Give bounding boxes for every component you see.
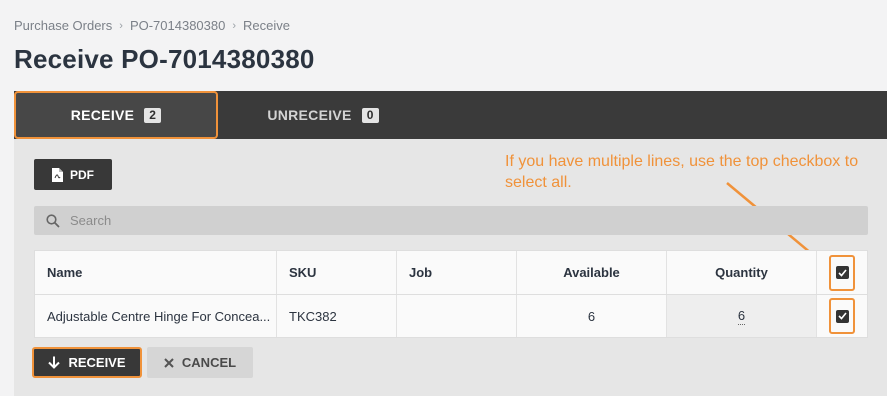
- column-header-sku[interactable]: SKU: [277, 251, 397, 294]
- row-checkbox-cell: [817, 295, 867, 337]
- arrow-down-icon: [48, 356, 61, 369]
- column-header-name[interactable]: Name: [35, 251, 277, 294]
- cancel-button[interactable]: CANCEL: [147, 347, 253, 378]
- table-row: Adjustable Centre Hinge For Concea... TK…: [35, 295, 867, 337]
- row-sku-cell: TKC382: [277, 295, 397, 337]
- receive-button[interactable]: RECEIVE: [32, 347, 142, 378]
- column-header-quantity[interactable]: Quantity: [667, 251, 817, 294]
- column-header-available[interactable]: Available: [517, 251, 667, 294]
- close-icon: [164, 357, 174, 368]
- row-job-cell: [397, 295, 517, 337]
- select-all-highlight: [829, 254, 855, 291]
- table-header-row: Name SKU Job Available Quantity: [35, 251, 867, 295]
- cancel-button-label: CANCEL: [181, 355, 237, 370]
- row-quantity-value[interactable]: 6: [737, 308, 746, 325]
- row-quantity-cell[interactable]: 6: [667, 295, 817, 337]
- column-header-job[interactable]: Job: [397, 251, 517, 294]
- checkmark-icon: [837, 268, 847, 277]
- receive-button-label: RECEIVE: [68, 355, 126, 370]
- row-checkbox[interactable]: [835, 309, 849, 323]
- checkmark-icon: [837, 312, 847, 320]
- row-available-cell: 6: [517, 295, 667, 337]
- select-all-checkbox[interactable]: [835, 266, 849, 279]
- search-icon: [46, 213, 60, 228]
- search-bar: [34, 206, 868, 235]
- search-input[interactable]: [70, 213, 850, 228]
- select-all-cell: [817, 251, 867, 294]
- receive-table: Name SKU Job Available Quantity Adjustab…: [34, 250, 868, 338]
- row-name-cell: Adjustable Centre Hinge For Concea...: [35, 295, 277, 337]
- row-checkbox-highlight: [829, 298, 855, 334]
